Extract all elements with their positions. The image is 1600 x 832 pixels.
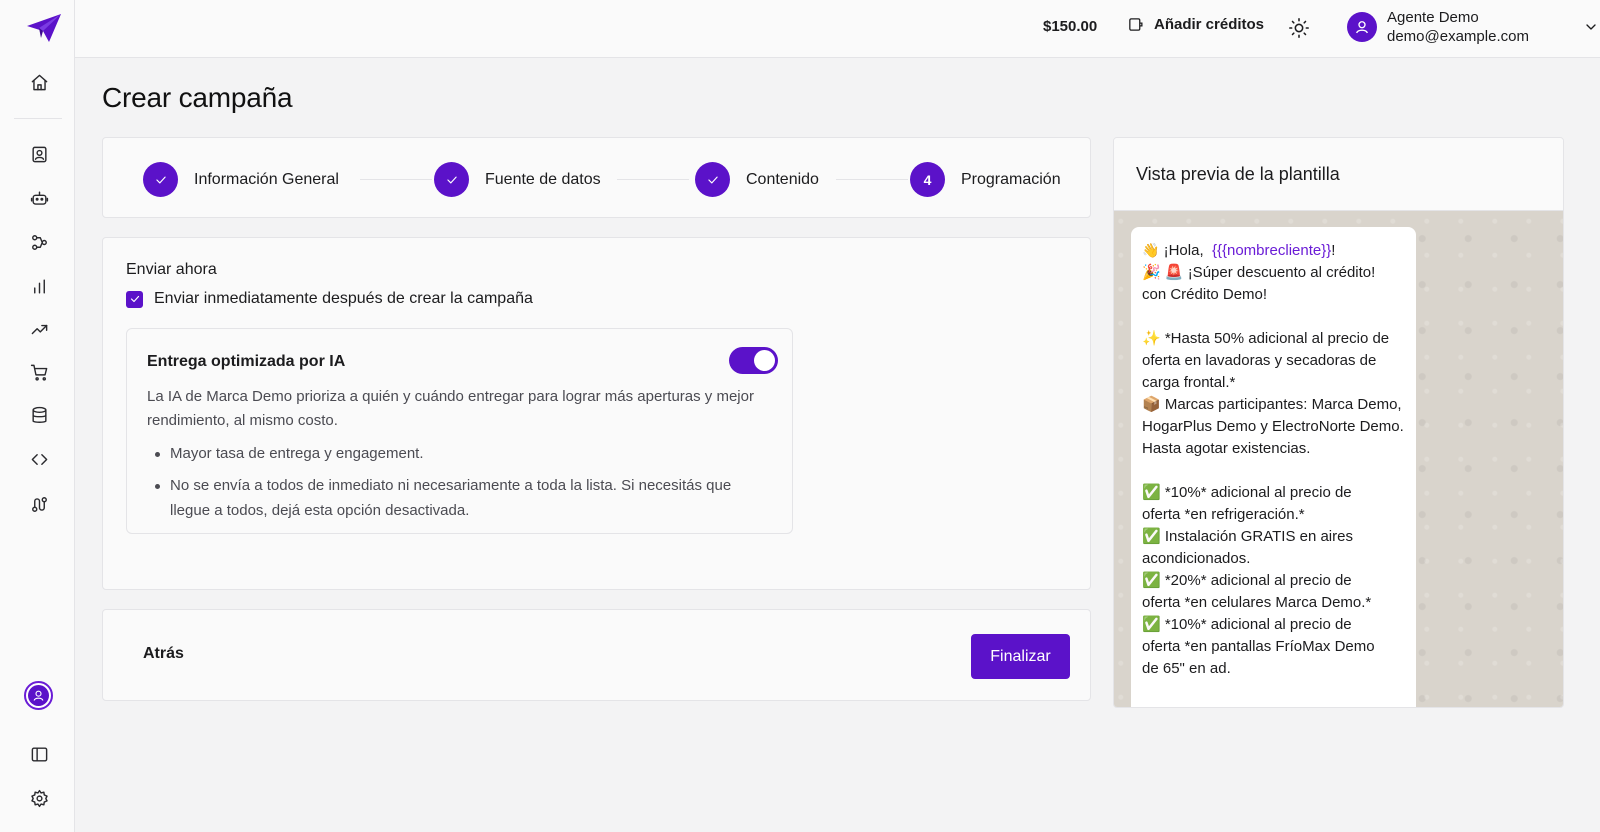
message-line: 🎉 🚨 ¡Súper descuento al crédito! [1142, 264, 1376, 281]
message-line [1142, 306, 1406, 328]
list-item: No se envía a todos de inmediato ni nece… [147, 473, 767, 523]
message-line: oferta *en refrigeración.* [1142, 506, 1305, 523]
message-line: ✅ *10%* adicional al precio de [1142, 616, 1352, 633]
send-now-label: Enviar inmediatamente después de crear l… [154, 290, 533, 307]
step-number: 4 [910, 162, 945, 197]
step-label: Fuente de datos [485, 170, 601, 188]
contacts-icon[interactable] [26, 141, 52, 167]
message-line: oferta en lavadoras y secadoras de [1142, 352, 1377, 369]
ai-delivery-title: Entrega optimizada por IA [147, 353, 346, 370]
back-button[interactable]: Atrás [143, 645, 184, 663]
message-bubble: 👋 ¡Hola, {{{nombrecliente}}! 🎉 🚨 ¡Súper … [1131, 227, 1416, 707]
preview-header: Vista previa de la plantilla [1114, 138, 1563, 211]
toggle-knob [754, 350, 775, 371]
step-fuente-de-datos[interactable]: Fuente de datos [434, 162, 601, 197]
step-label: Contenido [746, 170, 819, 188]
wallet-icon [1129, 18, 1143, 31]
user-menu[interactable]: Agente Demo demo@example.com [1347, 8, 1596, 50]
message-line: carga frontal.* [1142, 374, 1236, 391]
panel-toggle-icon[interactable] [26, 741, 52, 767]
credit-balance: $150.00 [1043, 18, 1098, 35]
cart-icon[interactable] [26, 359, 52, 385]
preview-title: Vista previa de la plantilla [1136, 164, 1340, 184]
message-line: oferta *en celulares Marca Demo.* [1142, 594, 1372, 611]
home-icon[interactable] [26, 69, 52, 95]
message-line: HogarPlus Demo y ElectroNorte Demo. [1142, 418, 1404, 435]
send-now-checkbox-row[interactable]: Enviar inmediatamente después de crear l… [126, 290, 533, 308]
ai-delivery-description: La IA de Marca Demo prioriza a quién y c… [147, 388, 754, 429]
ai-delivery-toggle[interactable] [729, 347, 778, 374]
message-line: 📦 Marcas participantes: Marca Demo, [1142, 396, 1402, 413]
topbar: $150.00 Añadir créditos Agente Demo demo… [75, 0, 1600, 58]
greeting-line: 👋 ¡Hola, {{{nombrecliente}}! [1142, 239, 1406, 262]
greeting-text: ¡Hola, [1163, 242, 1204, 259]
integrations-icon[interactable] [26, 491, 52, 517]
theme-toggle-sun-icon[interactable] [1288, 17, 1310, 39]
step-connector [617, 179, 689, 180]
check-icon [130, 295, 139, 303]
user-avatar-icon [1347, 12, 1377, 42]
bot-icon[interactable] [26, 185, 52, 211]
logo-paper-plane-icon[interactable] [25, 12, 63, 44]
step-label: Programación [961, 170, 1061, 188]
user-avatar-icon [28, 685, 49, 706]
database-icon[interactable] [26, 402, 52, 428]
message-line: ✅ Instalación GRATIS en aires [1142, 528, 1353, 545]
user-email: demo@example.com [1387, 28, 1529, 45]
sidebar [0, 0, 75, 832]
sidebar-divider [14, 118, 62, 119]
trending-icon[interactable] [26, 316, 52, 342]
finish-button[interactable]: Finalizar [971, 634, 1070, 679]
schedule-card: Enviar ahora Enviar inmediatamente despu… [102, 237, 1091, 590]
message-lines: 🎉 🚨 ¡Súper descuento al crédito! con Créd… [1142, 262, 1406, 680]
workflow-icon[interactable] [26, 229, 52, 255]
greeting-end: ! [1331, 242, 1336, 259]
stepper: Información General Fuente de datos Cont… [102, 137, 1091, 218]
chevron-down-icon[interactable] [1583, 19, 1599, 35]
settings-icon[interactable] [26, 785, 52, 811]
code-icon[interactable] [26, 446, 52, 472]
message-line: oferta *en pantallas FríoMax Demo [1142, 638, 1375, 655]
template-preview: Vista previa de la plantilla 👋 ¡Hola, {{… [1113, 137, 1564, 708]
add-credits-button[interactable]: Añadir créditos [1127, 16, 1264, 33]
ai-delivery-bullets: Mayor tasa de entrega y engagement. No s… [147, 441, 767, 530]
step-connector [360, 179, 432, 180]
list-item: Mayor tasa de entrega y engagement. [147, 441, 767, 466]
add-credits-label: Añadir créditos [1154, 16, 1265, 33]
step-label: Información General [194, 170, 339, 188]
user-name: Agente Demo [1387, 9, 1479, 26]
message-line: de 65" en ad. [1142, 660, 1231, 677]
footer-actions: Atrás Finalizar [102, 609, 1091, 701]
message-line: ✅ *10%* adicional al precio de [1142, 484, 1352, 501]
page-title: Crear campaña [102, 82, 293, 113]
message-line: ✨ *Hasta 50% adicional al precio de [1142, 330, 1390, 347]
send-now-title: Enviar ahora [126, 261, 217, 278]
chat-background: 👋 ¡Hola, {{{nombrecliente}}! 🎉 🚨 ¡Súper … [1114, 211, 1563, 707]
sidebar-user-avatar[interactable] [24, 681, 53, 710]
step-done-check-icon [434, 162, 469, 197]
step-connector [836, 179, 908, 180]
wave-emoji: 👋 [1142, 242, 1160, 258]
ai-delivery-box: Entrega optimizada por IA La IA de Marca… [126, 328, 793, 534]
step-contenido[interactable]: Contenido [695, 162, 819, 197]
message-line: ✅ *20%* adicional al precio de [1142, 572, 1352, 589]
message-line: Hasta agotar existencias. [1142, 440, 1311, 457]
template-variable: {{{nombrecliente}} [1211, 242, 1332, 259]
step-programacion[interactable]: 4 Programación [910, 162, 1061, 197]
step-informacion-general[interactable]: Información General [143, 162, 339, 197]
step-done-check-icon [695, 162, 730, 197]
send-now-checkbox[interactable] [126, 290, 143, 308]
message-line: con Crédito Demo! [1142, 286, 1268, 303]
message-line: acondicionados. [1142, 550, 1251, 567]
step-done-check-icon [143, 162, 178, 197]
bar-chart-icon[interactable] [26, 273, 52, 299]
message-line [1142, 460, 1406, 482]
